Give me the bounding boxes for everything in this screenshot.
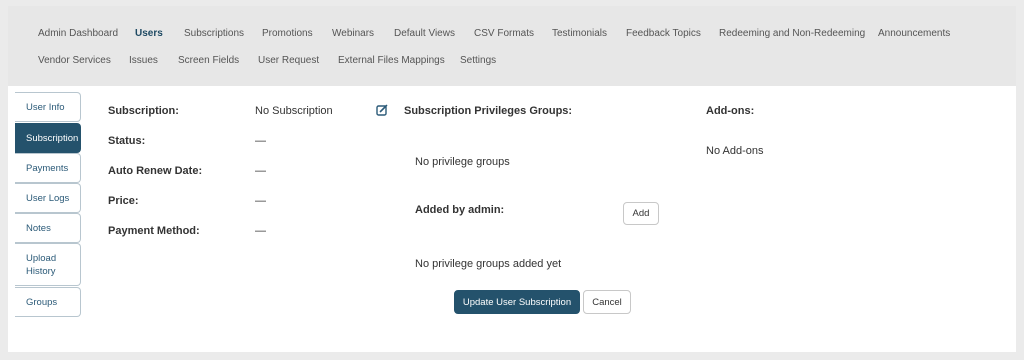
tab-label: Upload History bbox=[26, 252, 57, 277]
tab-subscription[interactable]: Subscription bbox=[15, 123, 81, 153]
payment-method-value: — bbox=[255, 225, 266, 237]
nav-user-request[interactable]: User Request bbox=[258, 55, 319, 66]
tab-notes[interactable]: Notes bbox=[15, 213, 81, 243]
tab-label: Payments bbox=[26, 162, 69, 174]
privileges-empty-text: No privilege groups bbox=[415, 156, 510, 168]
auto-renew-value: — bbox=[255, 165, 266, 177]
add-button[interactable]: Add bbox=[623, 202, 659, 225]
nav-csv-formats[interactable]: CSV Formats bbox=[474, 28, 534, 39]
payment-method-label: Payment Method: bbox=[108, 225, 200, 237]
addons-empty-text: No Add-ons bbox=[706, 145, 764, 157]
tab-label: User Info bbox=[26, 101, 65, 113]
nav-promotions[interactable]: Promotions bbox=[262, 28, 313, 39]
status-label: Status: bbox=[108, 135, 146, 147]
nav-settings[interactable]: Settings bbox=[460, 55, 496, 66]
nav-screen-fields[interactable]: Screen Fields bbox=[178, 55, 239, 66]
addons-heading: Add-ons: bbox=[706, 105, 755, 117]
nav-issues[interactable]: Issues bbox=[129, 55, 158, 66]
nav-redeeming-non-redeeming[interactable]: Redeeming and Non-Redeeming bbox=[719, 28, 865, 39]
nav-webinars[interactable]: Webinars bbox=[332, 28, 374, 39]
price-value: — bbox=[255, 195, 266, 207]
auto-renew-label: Auto Renew Date: bbox=[108, 165, 203, 177]
tab-label: Groups bbox=[26, 296, 58, 308]
tab-label: Subscription bbox=[26, 132, 79, 144]
nav-subscriptions[interactable]: Subscriptions bbox=[184, 28, 244, 39]
nav-external-files-mappings[interactable]: External Files Mappings bbox=[338, 55, 445, 66]
nav-testimonials[interactable]: Testimonials bbox=[552, 28, 607, 39]
added-by-admin-label: Added by admin: bbox=[415, 204, 505, 216]
nav-vendor-services[interactable]: Vendor Services bbox=[38, 55, 111, 66]
price-label: Price: bbox=[108, 195, 139, 207]
privileges-heading: Subscription Privileges Groups: bbox=[404, 105, 573, 117]
cancel-button[interactable]: Cancel bbox=[583, 290, 631, 314]
status-value: — bbox=[255, 135, 266, 147]
edit-icon[interactable] bbox=[376, 104, 388, 116]
tab-user-logs[interactable]: User Logs bbox=[15, 183, 81, 213]
tab-upload-history[interactable]: Upload History bbox=[15, 243, 81, 286]
subscription-value: No Subscription bbox=[255, 105, 333, 117]
tab-user-info[interactable]: User Info bbox=[15, 92, 81, 122]
nav-announcements[interactable]: Announcements bbox=[878, 28, 950, 39]
tab-groups[interactable]: Groups bbox=[15, 287, 81, 317]
nav-default-views[interactable]: Default Views bbox=[394, 28, 455, 39]
update-subscription-button[interactable]: Update User Subscription bbox=[454, 290, 580, 314]
tab-label: User Logs bbox=[26, 192, 70, 204]
main-card: Admin Dashboard Users Subscriptions Prom… bbox=[8, 6, 1016, 352]
nav-users[interactable]: Users bbox=[135, 28, 163, 39]
tab-payments[interactable]: Payments bbox=[15, 153, 81, 183]
added-empty-text: No privilege groups added yet bbox=[415, 258, 562, 270]
nav-admin-dashboard[interactable]: Admin Dashboard bbox=[38, 28, 118, 39]
tab-label: Notes bbox=[26, 222, 51, 234]
nav-feedback-topics[interactable]: Feedback Topics bbox=[626, 28, 701, 39]
subscription-label: Subscription: bbox=[108, 105, 179, 117]
top-navigation: Admin Dashboard Users Subscriptions Prom… bbox=[8, 6, 1016, 86]
